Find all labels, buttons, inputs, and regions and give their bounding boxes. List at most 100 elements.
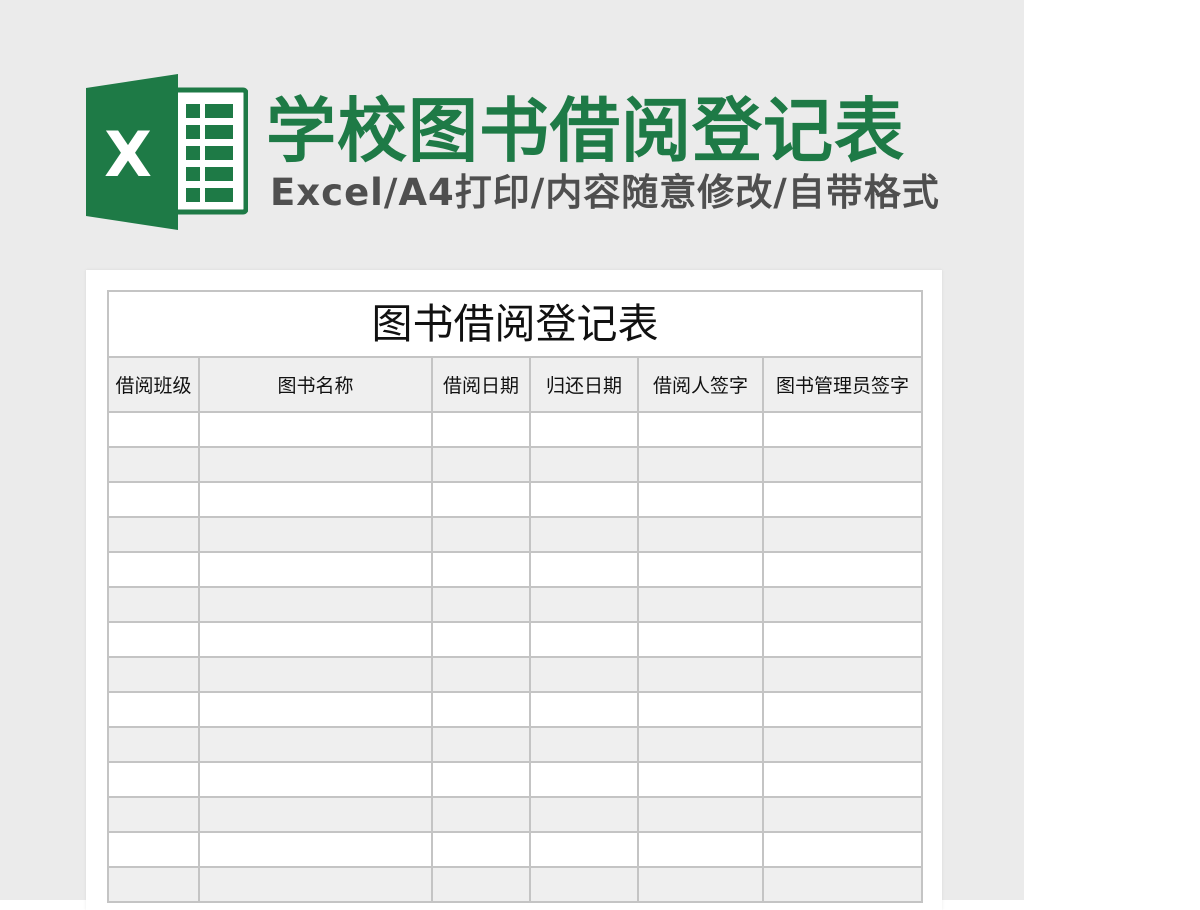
table-cell[interactable]	[529, 411, 639, 448]
table-cell[interactable]	[637, 656, 764, 693]
table-cell[interactable]	[529, 551, 639, 588]
table-row	[107, 691, 924, 728]
table-cell[interactable]	[637, 446, 764, 483]
table-cell[interactable]	[198, 516, 433, 553]
table-cell[interactable]	[529, 831, 639, 868]
table-row	[107, 411, 924, 448]
table-cell[interactable]	[431, 516, 531, 553]
table-cell[interactable]	[637, 831, 764, 868]
table-cell[interactable]	[637, 726, 764, 763]
table-cell[interactable]	[761, 586, 924, 623]
table-cell[interactable]	[761, 411, 924, 448]
table-cell[interactable]	[198, 761, 433, 798]
table-cell[interactable]	[431, 621, 531, 658]
table-cell[interactable]	[529, 866, 639, 903]
table-cell[interactable]	[761, 761, 924, 798]
table-cell[interactable]	[637, 516, 764, 553]
table-cell[interactable]	[431, 691, 531, 728]
table-row	[107, 831, 924, 868]
subtitle: Excel/A4打印/内容随意修改/自带格式	[270, 171, 940, 214]
table-cell[interactable]	[107, 551, 200, 588]
table-cell[interactable]	[198, 411, 433, 448]
ledger-table: 图书借阅登记表 借阅班级 图书名称 借阅日期 归还日期 借阅人签字 图书管理员签…	[106, 290, 924, 903]
table-cell[interactable]	[198, 621, 433, 658]
table-cell[interactable]	[431, 726, 531, 763]
main-title: 学校图书借阅登记表	[266, 90, 905, 172]
column-header-borrow-date: 借阅日期	[431, 356, 531, 413]
table-cell[interactable]	[761, 446, 924, 483]
table-cell[interactable]	[107, 411, 200, 448]
table-cell[interactable]	[107, 726, 200, 763]
table-cell[interactable]	[529, 586, 639, 623]
table-cell[interactable]	[107, 866, 200, 903]
table-cell[interactable]	[761, 656, 924, 693]
table-cell[interactable]	[529, 761, 639, 798]
table-row	[107, 586, 924, 623]
table-cell[interactable]	[529, 481, 639, 518]
table-cell[interactable]	[761, 831, 924, 868]
table-cell[interactable]	[107, 656, 200, 693]
table-cell[interactable]	[107, 831, 200, 868]
table-cell[interactable]	[107, 691, 200, 728]
table-cell[interactable]	[529, 726, 639, 763]
table-cell[interactable]	[529, 656, 639, 693]
table-cell[interactable]	[529, 691, 639, 728]
table-cell[interactable]	[637, 551, 764, 588]
table-cell[interactable]	[761, 726, 924, 763]
table-cell[interactable]	[198, 481, 433, 518]
table-cell[interactable]	[637, 586, 764, 623]
table-cell[interactable]	[761, 481, 924, 518]
table-cell[interactable]	[198, 726, 433, 763]
table-cell[interactable]	[761, 866, 924, 903]
table-cell[interactable]	[107, 621, 200, 658]
table-cell[interactable]	[198, 446, 433, 483]
logo-letter: X	[104, 118, 152, 191]
table-cell[interactable]	[107, 586, 200, 623]
table-cell[interactable]	[637, 621, 764, 658]
table-cell[interactable]	[431, 411, 531, 448]
table-cell[interactable]	[431, 866, 531, 903]
table-cell[interactable]	[637, 796, 764, 833]
table-row	[107, 656, 924, 693]
table-cell[interactable]	[431, 551, 531, 588]
table-cell[interactable]	[107, 481, 200, 518]
table-cell[interactable]	[431, 656, 531, 693]
table-cell[interactable]	[431, 446, 531, 483]
table-cell[interactable]	[637, 411, 764, 448]
table-cell[interactable]	[637, 761, 764, 798]
table-cell[interactable]	[107, 446, 200, 483]
table-cell[interactable]	[198, 551, 433, 588]
table-cell[interactable]	[198, 656, 433, 693]
table-cell[interactable]	[529, 796, 639, 833]
table-cell[interactable]	[761, 551, 924, 588]
column-header-return-date: 归还日期	[529, 356, 639, 413]
table-row	[107, 866, 924, 903]
ledger-title: 图书借阅登记表	[106, 290, 924, 358]
table-cell[interactable]	[107, 516, 200, 553]
table-cell[interactable]	[107, 761, 200, 798]
table-cell[interactable]	[198, 586, 433, 623]
table-cell[interactable]	[529, 446, 639, 483]
table-cell[interactable]	[431, 831, 531, 868]
table-row	[107, 481, 924, 518]
table-cell[interactable]	[761, 516, 924, 553]
table-cell[interactable]	[761, 796, 924, 833]
table-cell[interactable]	[198, 796, 433, 833]
table-cell[interactable]	[431, 796, 531, 833]
table-cell[interactable]	[637, 691, 764, 728]
table-cell[interactable]	[431, 481, 531, 518]
table-cell[interactable]	[107, 796, 200, 833]
table-cell[interactable]	[529, 621, 639, 658]
table-cell[interactable]	[529, 516, 639, 553]
table-cell[interactable]	[431, 586, 531, 623]
table-row	[107, 796, 924, 833]
table-cell[interactable]	[761, 621, 924, 658]
table-cell[interactable]	[761, 691, 924, 728]
table-cell[interactable]	[198, 831, 433, 868]
excel-icon: X	[86, 74, 248, 230]
table-cell[interactable]	[431, 761, 531, 798]
table-cell[interactable]	[637, 481, 764, 518]
table-cell[interactable]	[198, 691, 433, 728]
table-cell[interactable]	[198, 866, 433, 903]
table-cell[interactable]	[637, 866, 764, 903]
